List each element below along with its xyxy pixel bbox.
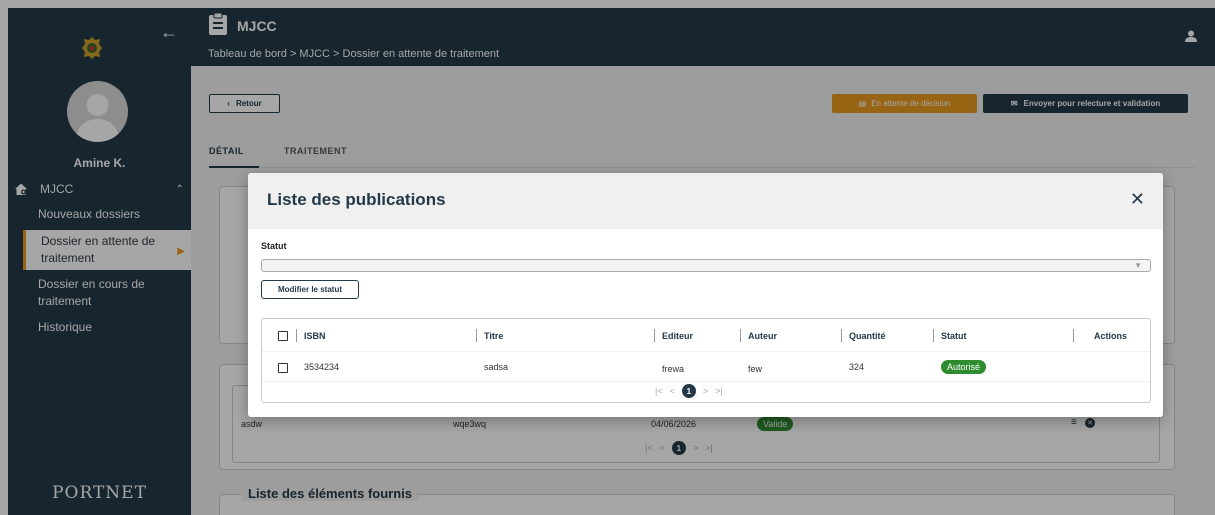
table-row[interactable]: 3534234 sadsa frewa few 324 Autorisé <box>262 351 1150 382</box>
next-page-icon[interactable]: > <box>703 386 708 396</box>
dialog-header: Liste des publications ✕ <box>248 173 1163 229</box>
column-separator <box>476 329 477 342</box>
col-header-isbn[interactable]: ISBN <box>304 331 326 341</box>
app-root: ← Amine K. MJCC ⌃ Nouveaux dossiers Doss… <box>0 0 1215 515</box>
col-header-quantite[interactable]: Quantité <box>849 331 886 341</box>
cell-auteur: few <box>748 364 763 374</box>
column-separator <box>654 329 655 342</box>
publications-table: ISBN Titre Editeur Auteur Quantité Statu… <box>261 318 1151 403</box>
first-page-icon[interactable]: |< <box>655 386 663 396</box>
last-page-icon[interactable]: >| <box>715 386 723 396</box>
publications-dialog: Liste des publications ✕ Statut ▼ Modifi… <box>248 173 1163 417</box>
col-header-statut[interactable]: Statut <box>941 331 967 341</box>
close-icon[interactable]: ✕ <box>1130 189 1145 210</box>
prev-page-icon[interactable]: < <box>670 386 675 396</box>
cell-quantite: 324 <box>849 362 865 372</box>
col-header-titre[interactable]: Titre <box>484 331 503 341</box>
column-separator <box>740 329 741 342</box>
modify-status-button[interactable]: Modifier le statut <box>261 280 359 299</box>
column-separator <box>296 329 297 342</box>
cell-editeur: frewa <box>662 364 685 374</box>
status-badge-autorise: Autorisé <box>941 360 987 374</box>
statut-select[interactable]: ▼ <box>261 259 1151 272</box>
col-header-actions: Actions <box>1094 331 1128 341</box>
row-checkbox[interactable] <box>278 363 288 373</box>
column-separator <box>841 329 842 342</box>
col-header-editeur[interactable]: Editeur <box>662 331 693 341</box>
cell-titre: sadsa <box>484 362 509 372</box>
select-all-checkbox[interactable] <box>278 331 288 341</box>
dialog-pagination: |< < 1 > >| <box>655 384 723 398</box>
column-separator <box>1073 329 1074 342</box>
statut-label: Statut <box>261 241 287 251</box>
chevron-down-icon: ▼ <box>1134 261 1142 270</box>
col-header-auteur[interactable]: Auteur <box>748 331 777 341</box>
dialog-title: Liste des publications <box>267 190 446 209</box>
column-separator <box>933 329 934 342</box>
cell-isbn: 3534234 <box>304 362 340 372</box>
current-page[interactable]: 1 <box>681 384 696 398</box>
